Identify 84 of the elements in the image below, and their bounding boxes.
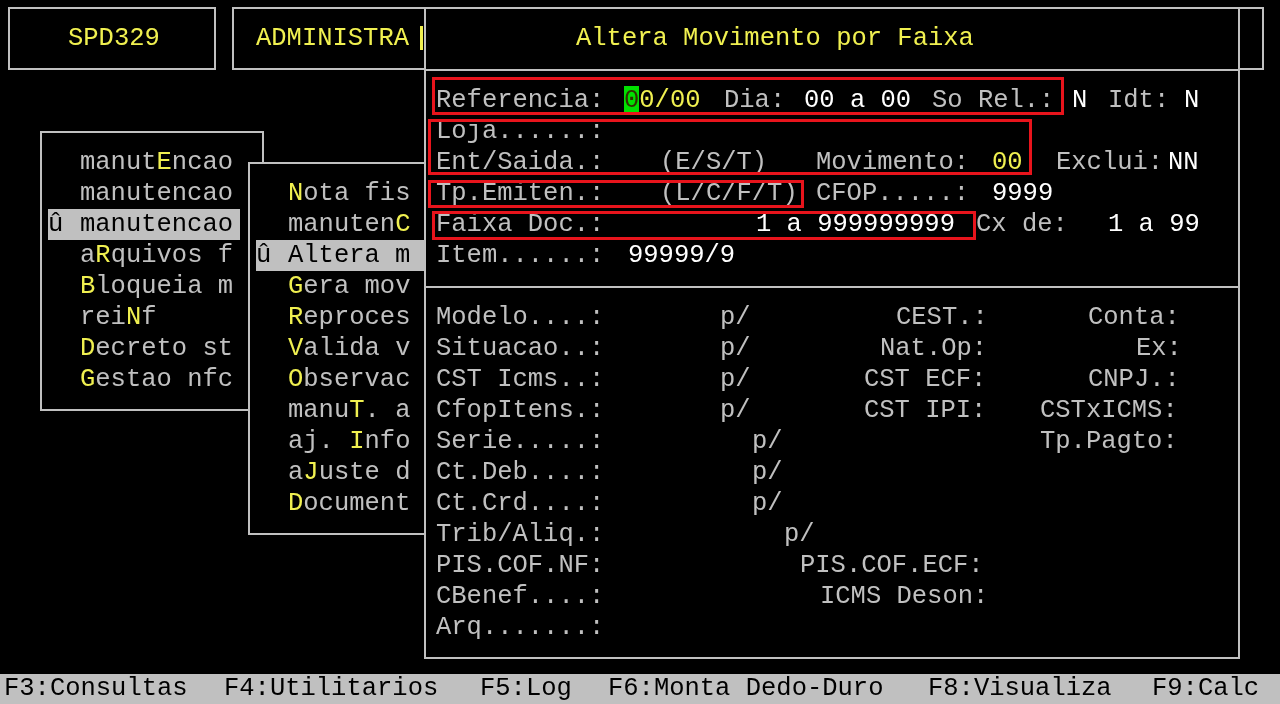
field-label: Trib/Aliq.: <box>436 519 605 550</box>
field-value: 99999/9 <box>628 240 736 271</box>
field-label: p/ <box>720 302 751 333</box>
field-label: CST ECF: <box>864 364 987 395</box>
field-label: Item......: <box>436 240 605 271</box>
field-value: N <box>1184 85 1200 116</box>
menu-item[interactable]: aRquivos f <box>48 240 240 271</box>
field-value: 9999 <box>992 178 1054 209</box>
field-label: PIS.COF.ECF: <box>800 550 984 581</box>
field-label: Conta: <box>1088 302 1180 333</box>
header-text: ADMINISTRA <box>256 23 410 54</box>
field-label: p/ <box>720 333 751 364</box>
field-value: 1 a 99 <box>1108 209 1200 240</box>
field-label: CfopItens.: <box>436 395 605 426</box>
menu-item[interactable]: manutenC <box>256 209 424 240</box>
field-label: Idt: <box>1108 85 1170 116</box>
field-label: Cx de: <box>976 209 1068 240</box>
field-label: p/ <box>720 364 751 395</box>
field-label: p/ <box>752 426 783 457</box>
field-label: Situacao..: <box>436 333 605 364</box>
field-label: Exclui: <box>1056 147 1164 178</box>
shortcut-label: F3:Consultas <box>4 674 188 704</box>
field-label: CNPJ.: <box>1088 364 1180 395</box>
field-label: PIS.COF.NF: <box>436 550 605 581</box>
field-label: p/ <box>752 457 783 488</box>
menu-item[interactable]: Decreto st <box>48 333 240 364</box>
field-label: Modelo....: <box>436 302 605 333</box>
field-label: Ex: <box>1136 333 1182 364</box>
menu-item[interactable]: aj. Info <box>256 426 424 457</box>
menu-item[interactable]: Valida v <box>256 333 424 364</box>
field-label: CST Icms..: <box>436 364 605 395</box>
menu-item[interactable]: û manutencao <box>48 209 240 240</box>
field-label: p/ <box>752 488 783 519</box>
menu-item[interactable]: aJuste d <box>256 457 424 488</box>
field-label: Referencia: <box>436 85 605 116</box>
menu-item[interactable]: Document <box>256 488 424 519</box>
menu-item[interactable]: Gestao nfc <box>48 364 240 395</box>
shortcut-label: F8:Visualiza <box>928 674 1112 704</box>
field-label: Serie.....: <box>436 426 605 457</box>
field-label: So Rel.: <box>932 85 1055 116</box>
menu-item[interactable]: manuT. a <box>256 395 424 426</box>
field-label: Ct.Deb....: <box>436 457 605 488</box>
field-label: Dia: <box>724 85 786 116</box>
menu-item[interactable]: reiNf <box>48 302 240 333</box>
field-value: N <box>1072 85 1088 116</box>
menu-item[interactable]: Reproces <box>256 302 424 333</box>
field-value: 1 a 999999999 <box>756 209 955 240</box>
field-label: ICMS Deson: <box>820 581 989 612</box>
menu-item[interactable]: Gera mov <box>256 271 424 302</box>
field-label: Ct.Crd....: <box>436 488 605 519</box>
shortcut-label: F9:Calc <box>1152 674 1260 704</box>
menu-item[interactable]: Observac <box>256 364 424 395</box>
field-value: NN <box>1168 147 1199 178</box>
field-label: CST IPI: <box>864 395 987 426</box>
menu-item[interactable]: Nota fis <box>256 178 424 209</box>
shortcut-label: F5:Log <box>480 674 572 704</box>
dialog-title: Altera Movimento por Faixa <box>576 23 974 54</box>
field-label: p/ <box>784 519 815 550</box>
field-label: CEST.: <box>896 302 988 333</box>
field-label: Movimento: <box>816 147 970 178</box>
field-label: CFOP.....: <box>816 178 970 209</box>
menu-item[interactable]: manutencao <box>48 178 240 209</box>
shortcut-label: F6:Monta Dedo-Duro <box>608 674 884 704</box>
field-label: Nat.Op: <box>880 333 988 364</box>
field-label: Tp.Emiten.: <box>436 178 605 209</box>
field-label: (L/C/F/T) <box>660 178 798 209</box>
field-label: CBenef....: <box>436 581 605 612</box>
menu-item[interactable]: û Altera m <box>256 240 424 271</box>
field-label: Tp.Pagto: <box>1040 426 1178 457</box>
field-label: Faixa Doc.: <box>436 209 605 240</box>
menu-item[interactable]: manutEncao <box>48 147 240 178</box>
header-text: SPD329 <box>68 23 160 54</box>
field-label: Loja......: <box>436 116 605 147</box>
menu-item[interactable]: Bloqueia m <box>48 271 240 302</box>
field-label: (E/S/T) <box>660 147 768 178</box>
field-label: Arq.......: <box>436 612 605 643</box>
field-value: 00 a 00 <box>804 85 912 116</box>
input-field[interactable]: 00 <box>992 147 1023 178</box>
field-label: Ent/Saida.: <box>436 147 605 178</box>
field-label: p/ <box>720 395 751 426</box>
shortcut-label: F4:Utilitarios <box>224 674 439 704</box>
text-cursor <box>420 26 423 50</box>
field-label: CSTxICMS: <box>1040 395 1178 426</box>
input-field[interactable]: 00/00 <box>624 85 701 116</box>
